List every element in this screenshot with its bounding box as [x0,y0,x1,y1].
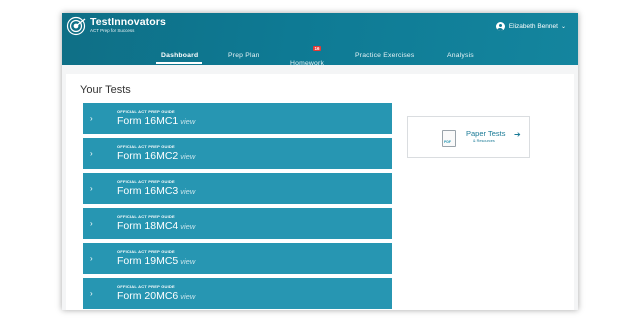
user-name: Elizabeth Bennet [508,23,558,30]
paper-tests-card[interactable]: PDF Paper Tests & Resources ➔ [407,116,530,158]
test-form-name: Form 18MC4 view [117,220,195,232]
user-menu[interactable]: Elizabeth Bennet ⌄ [495,22,566,31]
pdf-icon: PDF [442,130,456,147]
test-row[interactable]: › OFFICIAL ACT PREP GUIDE Form 16MC2 view [83,138,392,169]
form-text: Form 16MC2 [117,150,179,162]
form-text: Form 16MC3 [117,185,179,197]
chevron-right-icon: › [90,184,93,193]
form-text: Form 18MC4 [117,220,179,232]
dashboard-panel: Your Tests › OFFICIAL ACT PREP GUIDE For… [66,74,574,310]
brand[interactable]: TestInnovators ACT Prep for Success [90,16,166,34]
tab-dashboard[interactable]: Dashboard [161,52,198,59]
view-link[interactable]: view [180,152,195,161]
test-source-label: OFFICIAL ACT PREP GUIDE [117,144,175,149]
tab-analysis[interactable]: Analysis [447,52,474,59]
form-text: Form 16MC1 [117,115,179,127]
test-source-label: OFFICIAL ACT PREP GUIDE [117,284,175,289]
test-source-label: OFFICIAL ACT PREP GUIDE [117,109,175,114]
test-source-label: OFFICIAL ACT PREP GUIDE [117,249,175,254]
homework-count-badge: 16 [313,46,322,51]
view-link[interactable]: view [180,187,195,196]
view-link[interactable]: view [180,222,195,231]
view-link[interactable]: view [180,292,195,301]
active-tab-indicator [156,62,202,64]
tab-prep-plan[interactable]: Prep Plan [228,52,260,59]
test-source-label: OFFICIAL ACT PREP GUIDE [117,214,175,219]
test-row[interactable]: › OFFICIAL ACT PREP GUIDE Form 19MC5 view [83,243,392,274]
test-form-name: Form 16MC3 view [117,185,195,197]
chevron-right-icon: › [90,219,93,228]
test-source-label: OFFICIAL ACT PREP GUIDE [117,179,175,184]
header: TestInnovators ACT Prep for Success Eliz… [62,13,578,67]
user-avatar-icon [495,22,505,31]
test-form-name: Form 20MC6 view [117,290,195,302]
chevron-right-icon: › [90,289,93,298]
tab-homework[interactable]: Homework [290,60,324,67]
logo-icon[interactable] [66,16,86,36]
test-form-name: Form 16MC1 view [117,115,195,127]
test-list: › OFFICIAL ACT PREP GUIDE Form 16MC1 view… [83,103,392,310]
arrow-right-icon: ➔ [514,130,521,139]
view-link[interactable]: view [180,257,195,266]
brand-tagline: ACT Prep for Success [90,28,135,33]
form-text: Form 19MC5 [117,255,179,267]
section-title: Your Tests [80,84,131,96]
paper-tests-subtitle: & Resources [473,139,495,143]
main-nav: Dashboard Prep Plan Homework 16 Practice… [62,46,578,67]
view-link[interactable]: view [180,117,195,126]
chevron-right-icon: › [90,149,93,158]
chevron-down-icon: ⌄ [560,24,566,30]
chevron-right-icon: › [90,254,93,263]
test-row[interactable]: › OFFICIAL ACT PREP GUIDE Form 16MC1 view [83,103,392,134]
tab-homework-wrap[interactable]: Homework 16 [290,46,324,70]
test-form-name: Form 16MC2 view [117,150,195,162]
test-row[interactable]: › OFFICIAL ACT PREP GUIDE Form 16MC3 view [83,173,392,204]
brand-name: TestInnovators [90,16,166,28]
test-row[interactable]: › OFFICIAL ACT PREP GUIDE Form 18MC4 view [83,208,392,239]
test-form-name: Form 19MC5 view [117,255,195,267]
paper-tests-title: Paper Tests [466,129,506,138]
tab-practice-exercises[interactable]: Practice Exercises [355,52,415,59]
pdf-icon-label: PDF [444,140,451,144]
chevron-right-icon: › [90,114,93,123]
form-text: Form 20MC6 [117,290,179,302]
test-row[interactable]: › OFFICIAL ACT PREP GUIDE Form 20MC6 view [83,278,392,309]
app-window: TestInnovators ACT Prep for Success Eliz… [62,13,578,310]
